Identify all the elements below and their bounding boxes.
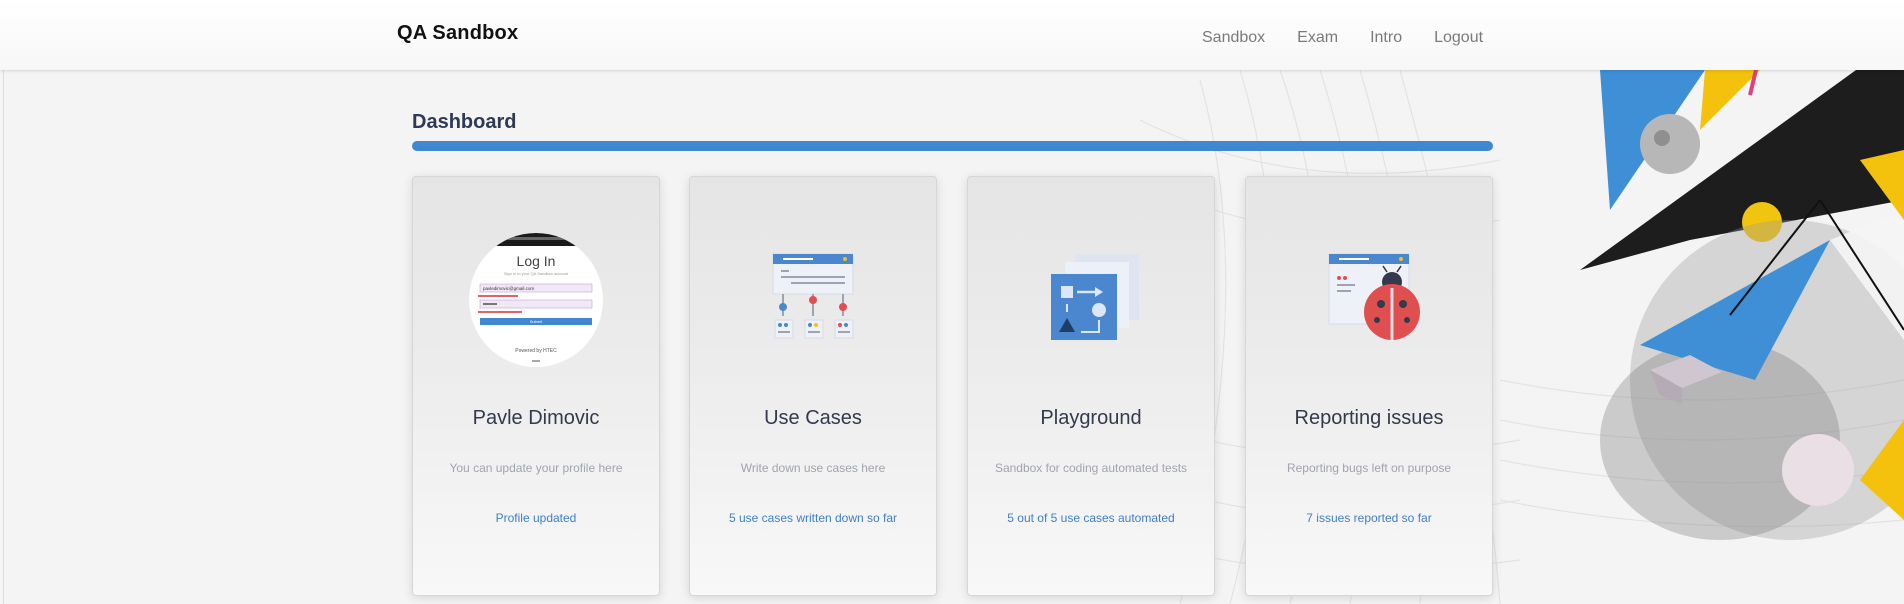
card-playground[interactable]: Playground Sandbox for coding automated … [967,176,1215,596]
card-title: Use Cases [764,407,862,429]
card-status[interactable]: Profile updated [413,511,659,525]
page-title: Dashboard [412,111,517,133]
reporting-image-wrap [1246,232,1492,372]
ladybug-bug-icon [1328,253,1420,340]
brand-logo[interactable]: QA Sandbox [397,22,518,45]
nav-links: Sandbox Exam Intro Logout [1202,29,1483,47]
nav-link-sandbox[interactable]: Sandbox [1202,29,1265,47]
left-divider [3,70,4,604]
svg-text:Submit: Submit [530,319,543,324]
login-screenshot-avatar-icon: Log In Sign in to your QA Sandbox accoun… [469,233,603,367]
card-description: You can update your profile here [449,461,623,475]
nav-link-logout[interactable]: Logout [1434,29,1483,47]
svg-text:Sign in to your QA Sandbox acc: Sign in to your QA Sandbox account [504,271,569,276]
card-title: Pavle Dimovic [472,407,600,429]
use-cases-image-wrap [690,232,936,372]
use-case-flow-icon [772,253,854,339]
card-title: Playground [1040,407,1142,429]
card-status[interactable]: 5 use cases written down so far [690,511,936,525]
card-profile[interactable]: Log In Sign in to your QA Sandbox accoun… [412,176,660,596]
svg-text:pavledimovic@gmail.com: pavledimovic@gmail.com [483,286,534,291]
top-navbar: QA Sandbox Sandbox Exam Intro Logout [0,0,1904,70]
card-description: Reporting bugs left on purpose [1286,461,1452,475]
background-artwork [1139,69,1904,604]
playground-image-wrap [968,232,1214,372]
card-use-cases[interactable]: Use Cases Write down use cases here 5 us… [689,176,937,596]
card-description: Sandbox for coding automated tests [994,461,1188,475]
card-description: Write down use cases here [740,461,886,475]
card-status[interactable]: 5 out of 5 use cases automated [968,511,1214,525]
svg-text:Powered by HTEC: Powered by HTEC [515,348,557,354]
card-title: Reporting issues [1294,407,1444,429]
card-reporting-issues[interactable]: Reporting issues Reporting bugs left on … [1245,176,1493,596]
nav-link-intro[interactable]: Intro [1370,29,1402,47]
svg-text:Log In: Log In [517,253,556,269]
card-status[interactable]: 7 issues reported so far [1246,511,1492,525]
profile-image-wrap: Log In Sign in to your QA Sandbox accoun… [413,232,659,372]
playground-shapes-icon [1051,254,1139,340]
nav-link-exam[interactable]: Exam [1297,29,1338,47]
title-underline-bar [412,141,1493,151]
